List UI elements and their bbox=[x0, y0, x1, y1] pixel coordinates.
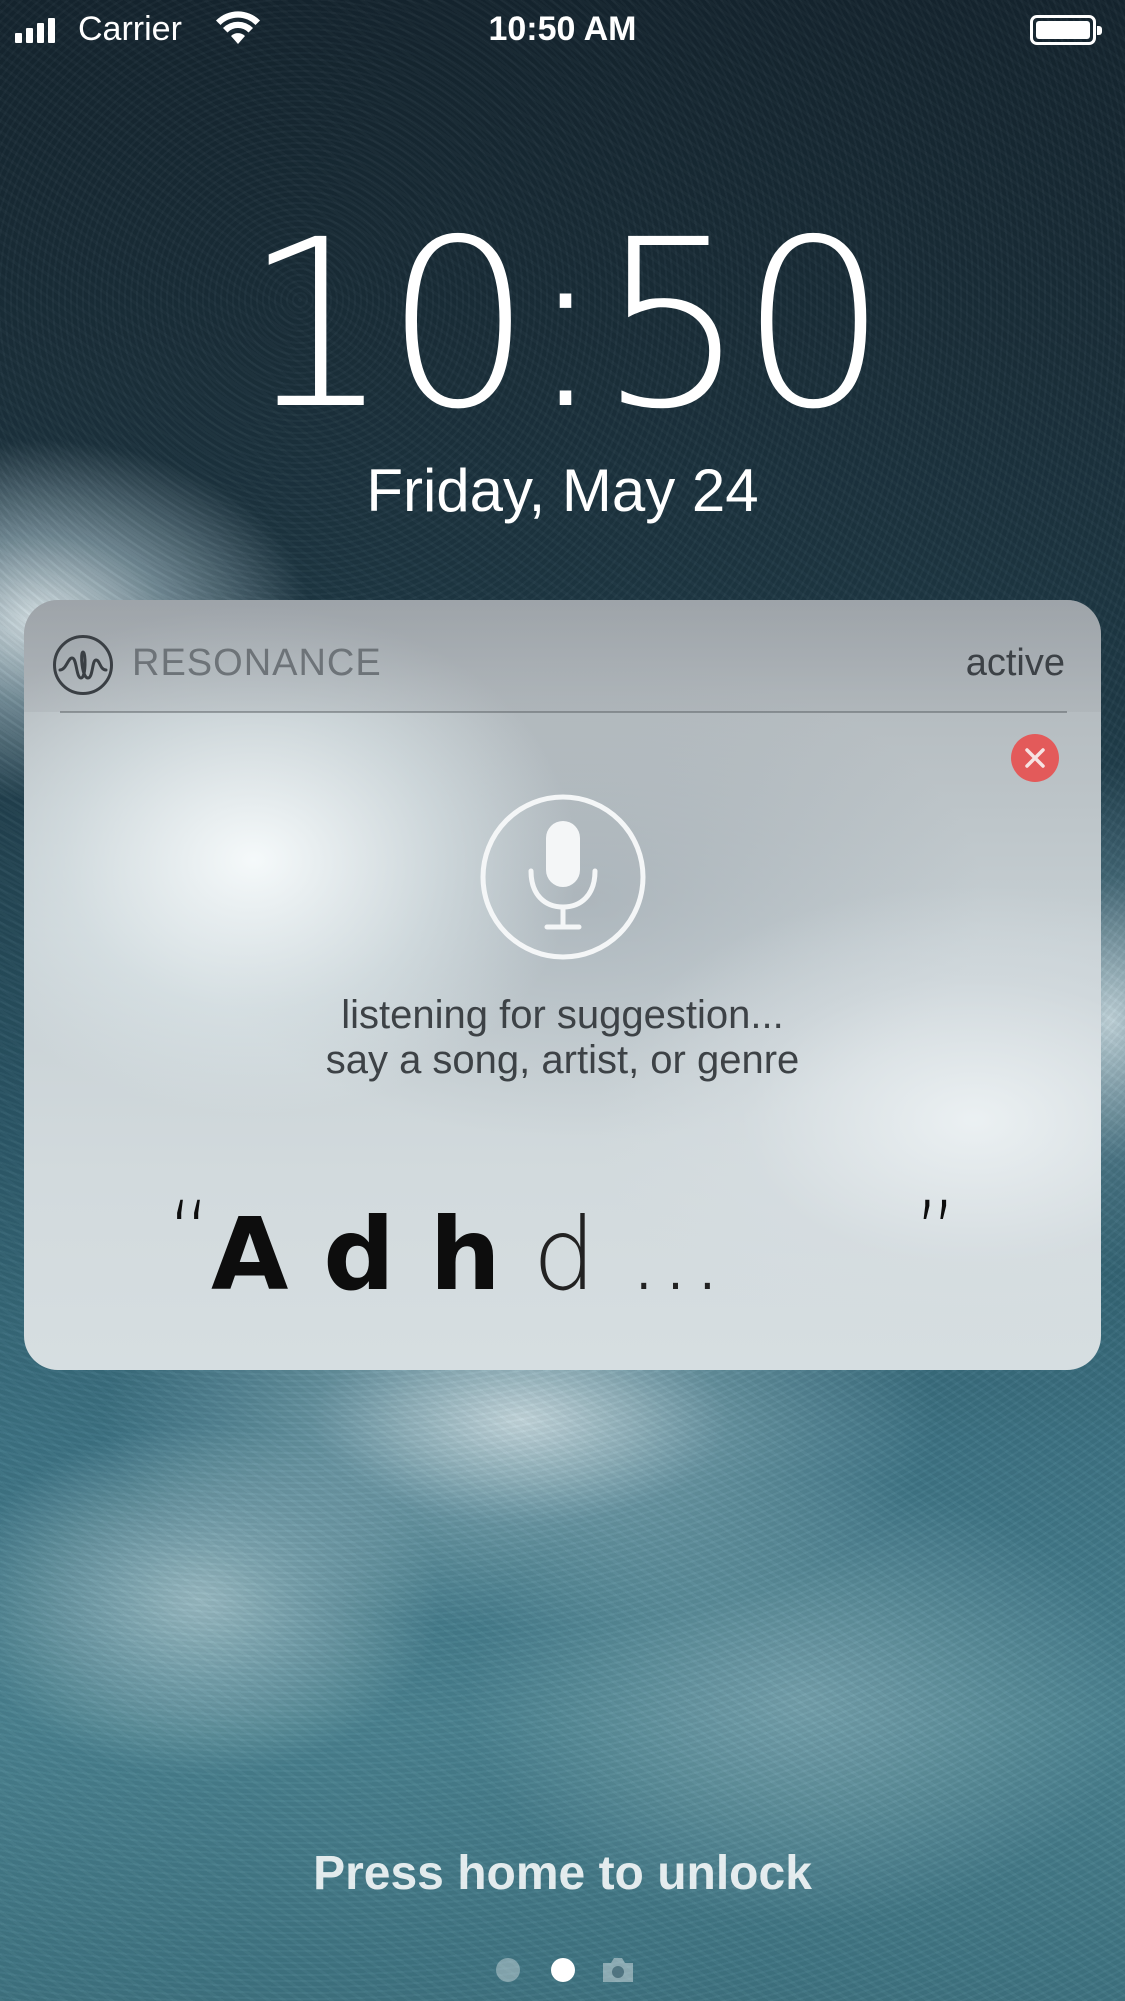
lock-screen: Carrier 10:50 AM 10:50 Friday, May 24 RE… bbox=[0, 0, 1125, 2001]
transcript-confirmed: A d h bbox=[211, 1196, 501, 1313]
unlock-hint: Press home to unlock bbox=[313, 1847, 812, 1900]
page-indicators bbox=[0, 1956, 1125, 1986]
lock-clock: 10:50 bbox=[243, 190, 888, 460]
resonance-wave-icon bbox=[53, 635, 113, 695]
battery-fill bbox=[1036, 21, 1090, 39]
listening-hint-text: say a song, artist, or genre bbox=[325, 1038, 800, 1082]
header-divider bbox=[60, 711, 1067, 713]
page-dot[interactable] bbox=[496, 1958, 520, 1982]
camera-icon[interactable] bbox=[600, 1956, 636, 1984]
transcript-partial: d ... bbox=[500, 1196, 724, 1313]
status-bar: Carrier 10:50 AM bbox=[0, 0, 1125, 60]
microphone-icon[interactable] bbox=[479, 793, 647, 961]
close-button[interactable] bbox=[1011, 734, 1059, 782]
listening-status-text: listening for suggestion... bbox=[341, 993, 784, 1037]
notification-status: active bbox=[965, 642, 1065, 684]
notification-card[interactable]: RESONANCE active listening for suggestio… bbox=[24, 600, 1101, 1370]
lock-date: Friday, May 24 bbox=[366, 457, 759, 524]
close-icon bbox=[1025, 748, 1045, 768]
battery-icon bbox=[1030, 15, 1102, 45]
close-quote: ” bbox=[913, 1183, 958, 1281]
status-time: 10:50 AM bbox=[488, 10, 637, 48]
voice-transcript: “A d h d ... ” bbox=[24, 1172, 1101, 1315]
page-dot-active[interactable] bbox=[551, 1958, 575, 1982]
notification-header: RESONANCE active bbox=[24, 600, 1101, 712]
open-quote: “ bbox=[167, 1183, 212, 1281]
app-name: RESONANCE bbox=[132, 642, 382, 684]
